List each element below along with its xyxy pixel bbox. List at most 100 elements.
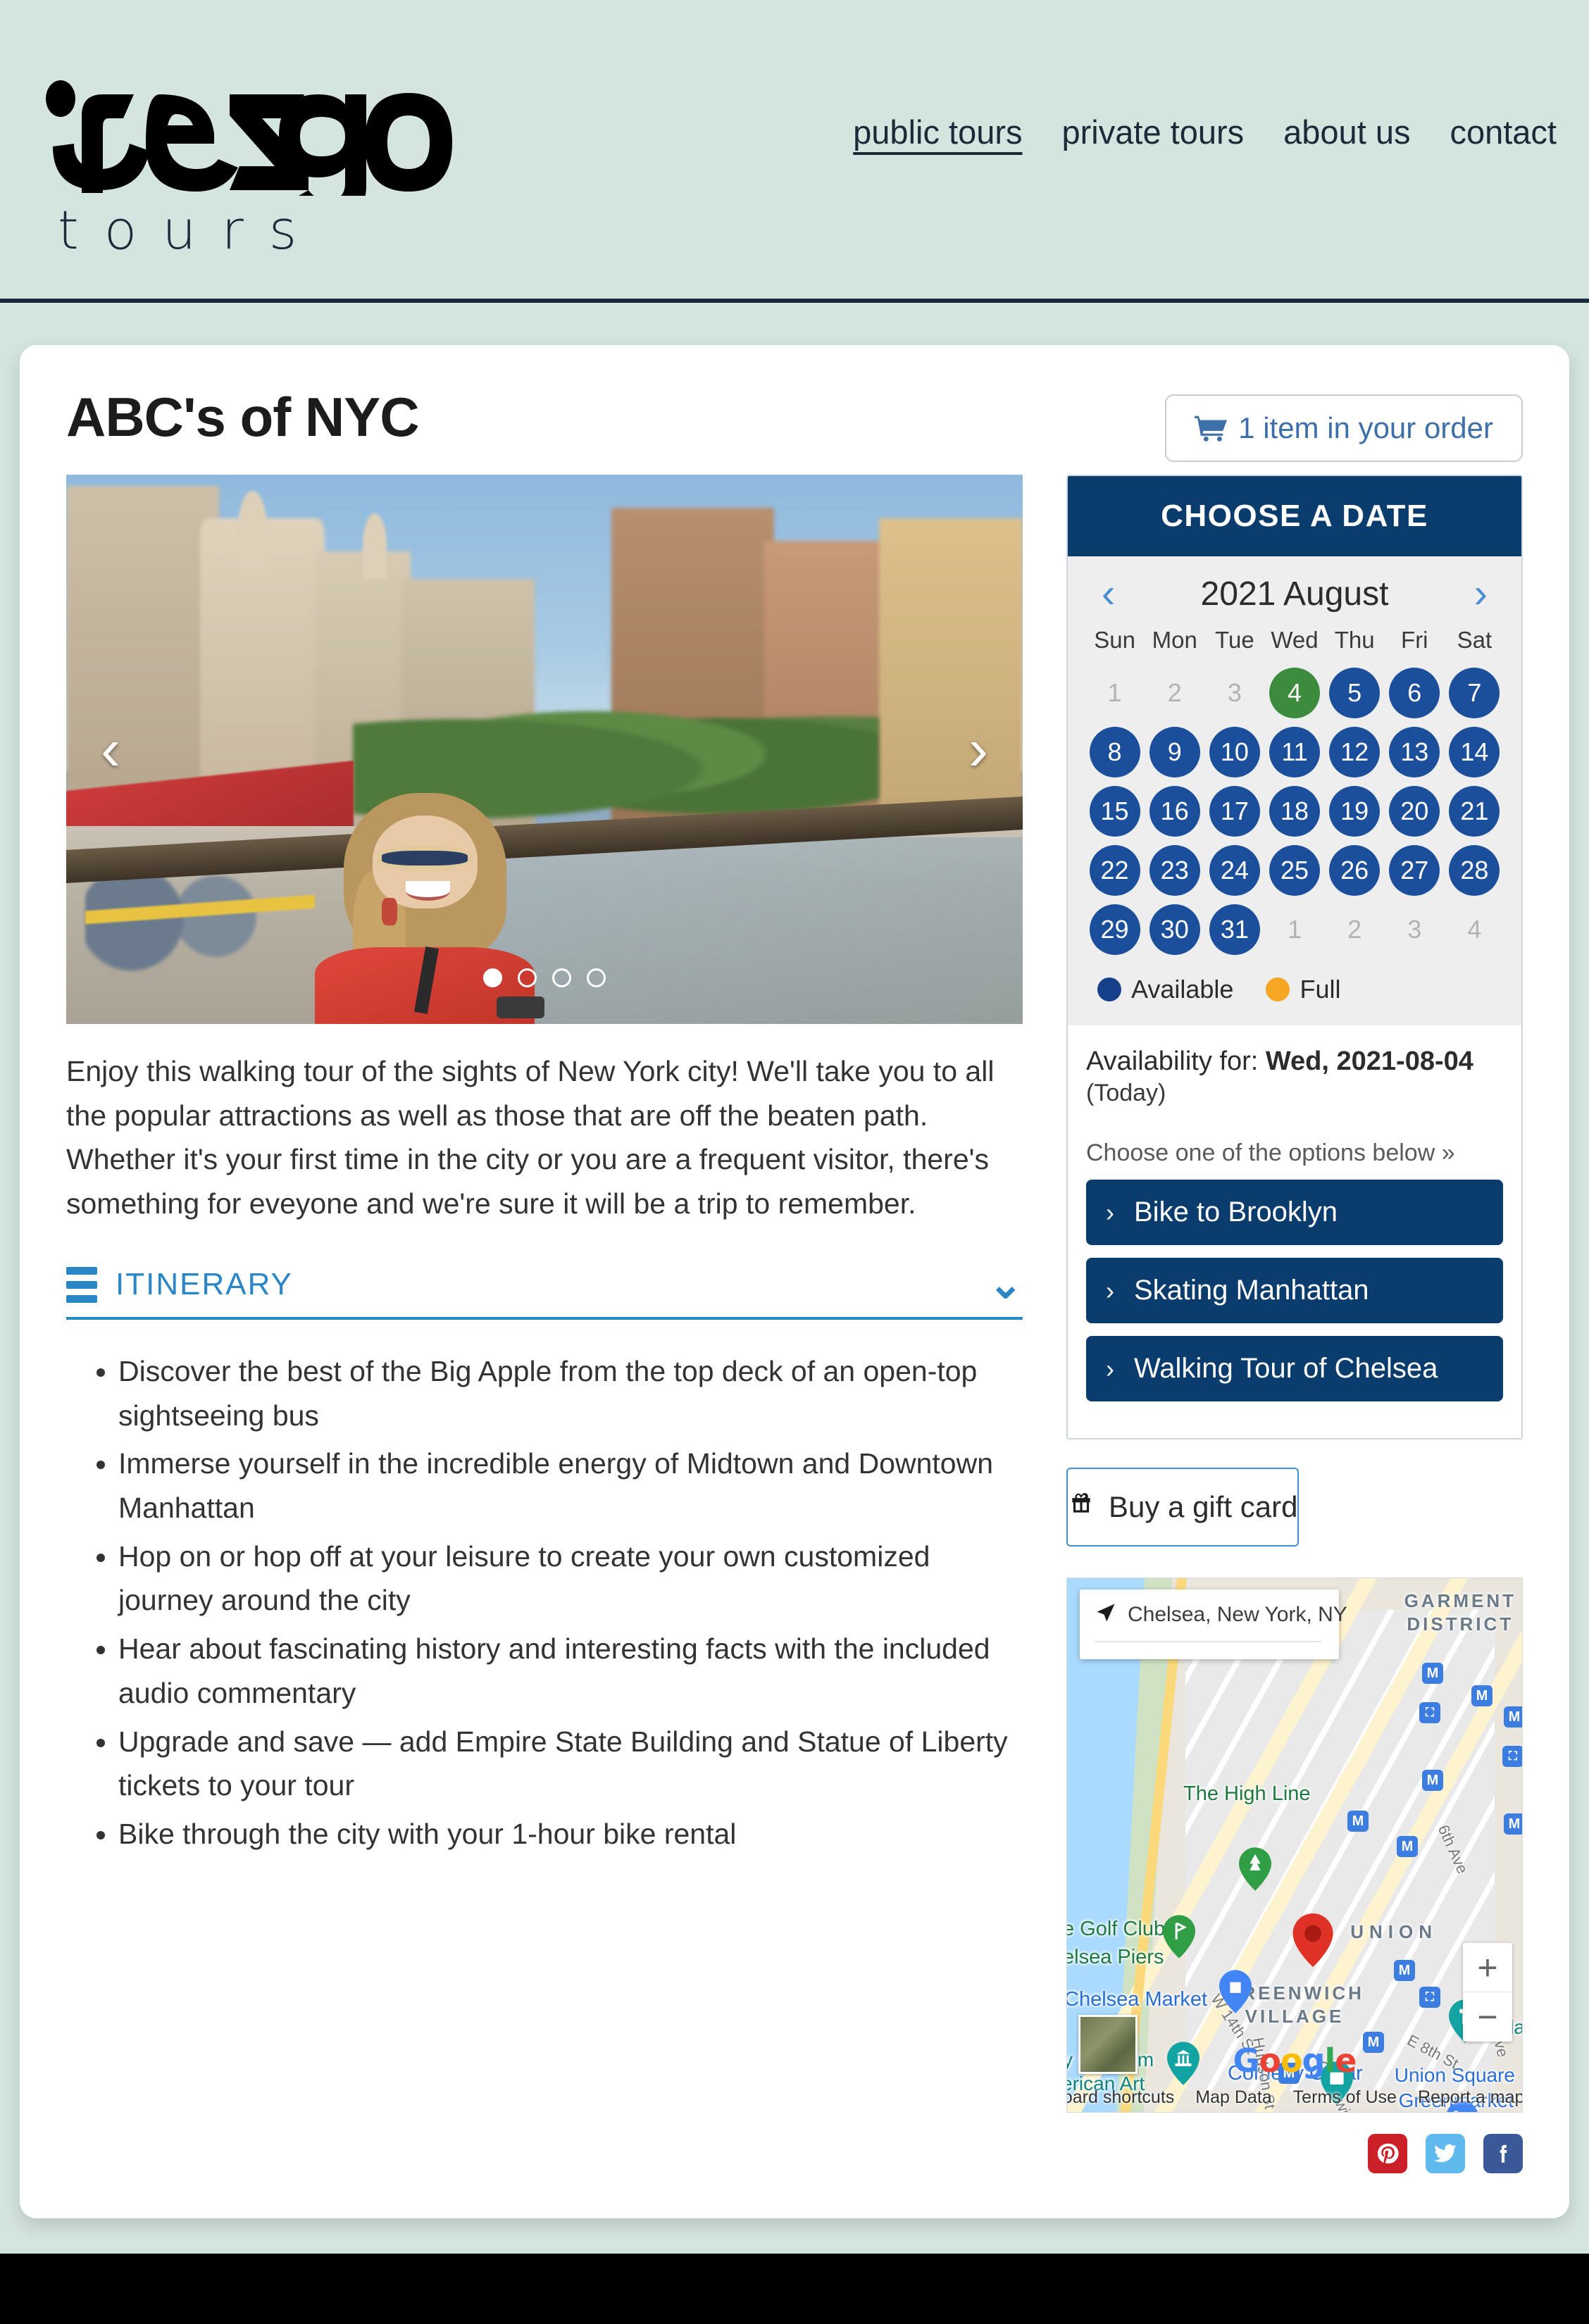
calendar-day[interactable]: 6: [1389, 668, 1440, 718]
calendar-cell: 4: [1445, 900, 1504, 959]
nav-public-tours[interactable]: public tours: [853, 113, 1022, 151]
availability-section: Availability for: Wed, 2021-08-04 (Today…: [1068, 1025, 1521, 1438]
map-subway-icon: M: [1504, 1813, 1522, 1835]
calendar-cell: 2: [1325, 900, 1385, 959]
calendar-next-month-icon[interactable]: ›: [1467, 573, 1495, 614]
main-navigation: public tours private tours about us cont…: [853, 113, 1557, 151]
calendar-day[interactable]: 22: [1089, 845, 1140, 896]
map-zoom-in-button[interactable]: +: [1463, 1943, 1512, 1992]
calendar-day[interactable]: 19: [1329, 786, 1381, 837]
map-zoom-out-button[interactable]: −: [1463, 1992, 1512, 2042]
calendar-cell: 15: [1085, 782, 1145, 841]
map-footer-links: Keyboard shortcuts Map Data Terms of Use…: [1067, 2087, 1522, 2108]
dow-label: Mon: [1152, 627, 1197, 653]
calendar-day[interactable]: 9: [1149, 727, 1200, 777]
map-keyboard-shortcuts-link[interactable]: Keyboard shortcuts: [1067, 2087, 1174, 2108]
navigation-arrow-icon: [1095, 1602, 1116, 1627]
carousel-dot[interactable]: [587, 968, 606, 987]
calendar-day[interactable]: 17: [1209, 786, 1260, 837]
map-subway-icon: M: [1394, 1960, 1415, 1981]
itinerary-item: Discover the best of the Big Apple from …: [118, 1349, 1023, 1437]
map-data-link[interactable]: Map Data: [1195, 2087, 1271, 2108]
map-pin-museum-icon: [1167, 2042, 1199, 2085]
calendar-day[interactable]: 12: [1329, 727, 1381, 777]
legend-available-label: Available: [1131, 975, 1234, 1004]
calendar-day[interactable]: 15: [1089, 786, 1140, 837]
page-root: tours public tours private tours about u…: [0, 0, 1589, 2254]
carousel-prev-icon[interactable]: ‹: [86, 711, 135, 788]
map-pin-destination-icon: [1292, 1913, 1333, 1967]
calendar-cell: 11: [1264, 723, 1324, 782]
dow-label: Wed: [1271, 627, 1319, 653]
location-map[interactable]: GARMENT DISTRICT GREENWICH VILLAGE UNION…: [1066, 1578, 1523, 2113]
legend-dot-available-icon: [1097, 977, 1121, 1001]
calendar-day[interactable]: 16: [1149, 786, 1200, 837]
calendar-day[interactable]: 27: [1389, 845, 1440, 896]
calendar-cell: 8: [1085, 723, 1145, 782]
option-label: Walking Tour of Chelsea: [1134, 1353, 1438, 1384]
calendar-cell: 31: [1204, 900, 1264, 959]
itinerary-item: Immerse yourself in the incredible energ…: [118, 1442, 1023, 1530]
booking-sidebar: CHOOSE A DATE ‹ 2021 August › Sun Mon Tu…: [1066, 475, 1523, 2173]
carousel-dot[interactable]: [483, 968, 502, 987]
twitter-share-icon[interactable]: [1426, 2134, 1465, 2173]
calendar-day[interactable]: 4: [1269, 668, 1320, 718]
calendar-day[interactable]: 28: [1449, 845, 1500, 896]
calendar-day[interactable]: 14: [1449, 727, 1500, 777]
calendar-day[interactable]: 20: [1389, 786, 1440, 837]
cart-button[interactable]: 1 item in your order: [1165, 394, 1523, 462]
cart-label: 1 item in your order: [1238, 411, 1493, 444]
carousel-next-icon[interactable]: ›: [954, 711, 1003, 788]
chevron-down-icon[interactable]: ⌄: [988, 1264, 1023, 1305]
map-report-error-link[interactable]: Report a map error: [1418, 2087, 1522, 2108]
site-logo[interactable]: tours: [30, 62, 480, 273]
calendar-day[interactable]: 26: [1329, 845, 1381, 896]
calendar-prev-month-icon[interactable]: ‹: [1095, 573, 1122, 614]
card-top-row: ABC's of NYC 1 item in your order: [66, 387, 1523, 462]
calendar-day[interactable]: 23: [1149, 845, 1200, 896]
calendar-cell: 23: [1145, 841, 1204, 900]
itinerary-toggle[interactable]: ITINERARY ⌄: [66, 1264, 1023, 1320]
calendar-day[interactable]: 29: [1089, 904, 1140, 955]
buy-gift-card-button[interactable]: Buy a gift card: [1066, 1468, 1300, 1547]
nav-contact[interactable]: contact: [1450, 113, 1557, 151]
calendar-day[interactable]: 21: [1449, 786, 1500, 837]
calendar-day[interactable]: 8: [1089, 727, 1140, 777]
carousel-dot[interactable]: [518, 968, 537, 987]
facebook-share-icon[interactable]: [1483, 2134, 1523, 2173]
calendar-cell: 22: [1085, 841, 1145, 900]
calendar-day[interactable]: 7: [1449, 668, 1500, 718]
calendar-cell: 13: [1385, 723, 1445, 782]
image-carousel[interactable]: ‹ ›: [66, 475, 1023, 1024]
calendar-day[interactable]: 25: [1269, 845, 1320, 896]
calendar-day-grid: 1 2 3 4 5 6 7 8 9 10 11 12 13 14 15 16 17 18 19 20 21 22 23 24 2…: [1085, 663, 1504, 959]
pinterest-share-icon[interactable]: [1368, 2134, 1407, 2173]
option-skating-manhattan[interactable]: › Skating Manhattan: [1086, 1258, 1503, 1323]
calendar-day[interactable]: 31: [1209, 904, 1260, 955]
calendar-day-disabled: 2: [1167, 678, 1182, 707]
calendar-cell: 3: [1385, 900, 1445, 959]
map-search-box[interactable]: Chelsea, New York, NY: [1080, 1589, 1347, 1659]
nav-private-tours[interactable]: private tours: [1062, 113, 1245, 151]
calendar-day[interactable]: 18: [1269, 786, 1320, 837]
option-walking-tour-of-chelsea[interactable]: › Walking Tour of Chelsea: [1086, 1336, 1503, 1401]
calendar-legend: Available Full: [1085, 959, 1504, 1010]
option-bike-to-brooklyn[interactable]: › Bike to Brooklyn: [1086, 1180, 1503, 1245]
calendar-heading: CHOOSE A DATE: [1068, 476, 1521, 556]
calendar-day[interactable]: 5: [1329, 668, 1381, 718]
social-share-row: [1066, 2134, 1523, 2173]
calendar-cell: 1: [1085, 663, 1145, 723]
choose-option-label: Choose one of the options below »: [1086, 1139, 1455, 1166]
calendar-day[interactable]: 24: [1209, 845, 1260, 896]
carousel-dot[interactable]: [552, 968, 571, 987]
map-terms-link[interactable]: Terms of Use: [1293, 2087, 1397, 2108]
legend-full: Full: [1266, 975, 1340, 1004]
calendar-day[interactable]: 10: [1209, 727, 1260, 777]
calendar-cell: 30: [1145, 900, 1204, 959]
itinerary-item: Upgrade and save — add Empire State Buil…: [118, 1720, 1023, 1808]
calendar-day[interactable]: 11: [1269, 727, 1320, 777]
nav-about-us[interactable]: about us: [1283, 113, 1410, 151]
map-satellite-thumbnail[interactable]: [1078, 2015, 1138, 2074]
calendar-day[interactable]: 13: [1389, 727, 1440, 777]
calendar-day[interactable]: 30: [1149, 904, 1200, 955]
